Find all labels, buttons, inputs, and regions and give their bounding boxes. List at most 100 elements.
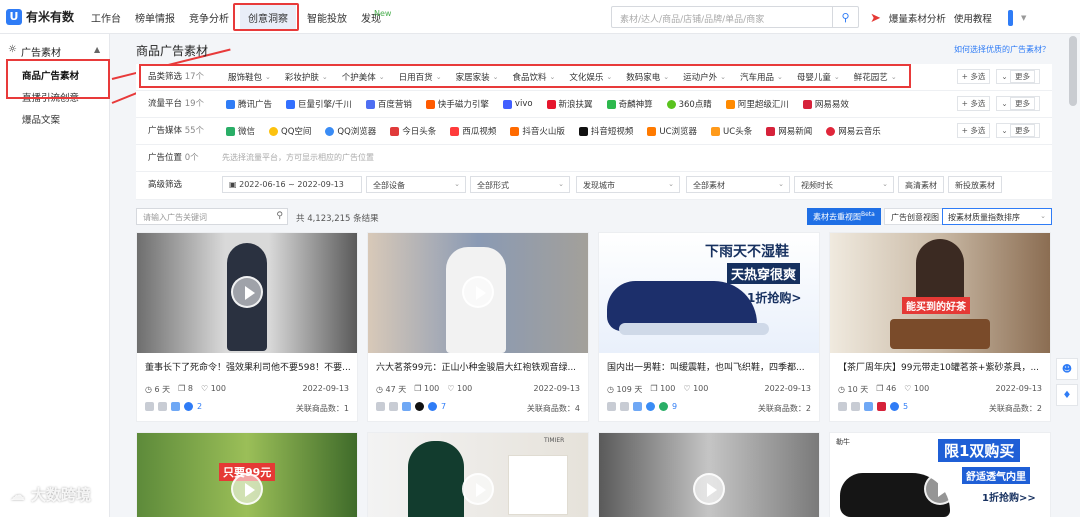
platform-item[interactable]: 百度营销 [365, 98, 412, 110]
advanced-filter-row: 高级筛选 ▣ 2022-06-16 ~ 2022-09-13 全部设备 ⌄ 全部形… [136, 172, 1052, 200]
platform-icon [428, 402, 437, 411]
media-list: 微信 QQ空间 QQ浏览器 今日头条 西瓜视频 抖音火山版 抖音短视频 UC浏览… [226, 118, 895, 144]
ad-thumbnail[interactable] [368, 233, 588, 353]
media-item[interactable]: 抖音火山版 [510, 125, 565, 137]
sidebar-section[interactable]: ☼ 广告素材 [8, 44, 61, 59]
card-title[interactable]: 国内出一男鞋：叫缓震鞋，也叫飞织鞋，四季都... [607, 360, 813, 373]
sidebar-item-copywriting[interactable]: 爆品文案 [22, 112, 60, 126]
card-platform-icons: 5 [838, 402, 908, 411]
ad-card[interactable]: 能买到的好茶 【茶厂周年庆】99元带走10罐茗茶+紫砂茶具，... ◷ 10 天… [829, 232, 1051, 422]
keyword-input[interactable]: 请输入广告关键词 ⚲ [136, 208, 288, 225]
platform-item[interactable]: vivo [502, 99, 533, 109]
community-icon[interactable]: ☻ [1056, 358, 1078, 380]
alibaba-icon [725, 99, 735, 109]
more-platforms[interactable]: 7 [441, 402, 446, 411]
platform-item[interactable]: 腾讯广告 [226, 98, 272, 110]
nav-workbench[interactable]: 工作台 [91, 10, 121, 25]
play-icon[interactable] [462, 473, 494, 505]
media-item[interactable]: 西瓜视频 [450, 125, 496, 137]
platform-item[interactable]: 巨量引擎/千川 [286, 98, 352, 110]
platform-item[interactable]: 新浪扶翼 [546, 98, 593, 110]
format-select[interactable]: 全部形式 ⌄ [470, 176, 570, 193]
platform-icon [158, 402, 167, 411]
scrollbar[interactable] [1069, 36, 1077, 106]
gift-icon[interactable]: ♦ [1056, 384, 1078, 406]
help-link[interactable]: 如何选择优质的广告素材？ [954, 44, 1050, 55]
search-icon[interactable]: ⚲ [276, 211, 283, 221]
multi-select-button[interactable]: + 多选 [956, 123, 991, 138]
multi-select-button[interactable]: + 多选 [956, 69, 991, 84]
platform-item[interactable]: 阿里超级汇川 [725, 98, 789, 110]
search-icon[interactable]: ⚲ [832, 7, 858, 27]
date-range-picker[interactable]: ▣ 2022-06-16 ~ 2022-09-13 [222, 176, 362, 193]
media-item[interactable]: QQ浏览器 [325, 125, 376, 137]
chevron-up-icon[interactable]: ▲ [94, 45, 100, 54]
ad-card[interactable]: 下雨天不湿鞋 天热穿很爽 1折抢购> 国内出一男鞋：叫缓震鞋，也叫飞织鞋，四季都… [598, 232, 820, 422]
device-select[interactable]: 全部设备 ⌄ [366, 176, 466, 193]
material-select[interactable]: 全部素材 ⌄ [686, 176, 790, 193]
global-search[interactable]: 素材/达人/商品/店铺/品牌/单品/商家 ⚲ [611, 6, 859, 28]
nav-smart-ads[interactable]: 智能投放 [307, 10, 347, 25]
multi-select-button[interactable]: + 多选 [956, 96, 991, 111]
logo[interactable]: U 有米有数 [6, 8, 74, 25]
dedup-view-button[interactable]: 素材去重视图Beta [807, 208, 881, 225]
ad-card[interactable]: 只要99元 [136, 432, 358, 517]
more-platforms[interactable]: 5 [903, 402, 908, 411]
more-platforms[interactable]: 2 [197, 402, 202, 411]
more-button[interactable]: ⌄ 更多 [996, 123, 1040, 138]
play-icon[interactable] [924, 473, 956, 505]
hd-checkbox[interactable]: 高清素材 [898, 176, 944, 193]
media-item[interactable]: 微信 [226, 125, 255, 137]
tutorial-link[interactable]: 使用教程 [954, 11, 992, 25]
play-icon[interactable] [462, 276, 494, 308]
platform-item[interactable]: 快手磁力引擎 [425, 98, 489, 110]
card-title[interactable]: 六大茗茶99元：正山小种金骏眉大红袍铁观音绿... [376, 360, 582, 373]
platform-item[interactable]: 奇麟神算 [606, 98, 653, 110]
more-platforms[interactable]: 9 [672, 402, 677, 411]
media-item[interactable]: 网易新闻 [766, 125, 812, 137]
ad-card[interactable]: TIMIER [367, 432, 589, 517]
ad-card[interactable] [598, 432, 820, 517]
platform-item[interactable]: 360点睛 [666, 98, 712, 110]
highlight-box-nav [233, 3, 299, 31]
ad-thumbnail[interactable]: 能买到的好茶 [830, 233, 1050, 353]
media-item[interactable]: UC浏览器 [647, 125, 697, 137]
play-icon[interactable] [231, 473, 263, 505]
xigua-icon [450, 126, 460, 136]
duration-select[interactable]: 视频时长 ⌄ [794, 176, 894, 193]
media-item[interactable]: 今日头条 [390, 125, 436, 137]
creative-view-button[interactable]: 广告创意视图 [884, 208, 946, 225]
more-button[interactable]: ⌄ 更多 [996, 96, 1040, 111]
ad-card[interactable]: 董事长下了死命令！强效果利司他不要598！不要... ◷ 6 天 ❐ 8 ♡ 100… [136, 232, 358, 422]
play-icon[interactable] [231, 276, 263, 308]
ad-card[interactable]: 勒牛 限1双购买 舒适透气内里 1折抢购>> [829, 432, 1051, 517]
play-icon[interactable] [693, 473, 725, 505]
baidu-icon [365, 99, 375, 109]
ad-thumbnail[interactable]: 下雨天不湿鞋 天热穿很爽 1折抢购> [599, 233, 819, 353]
top-navbar: U 有米有数 工作台 榜单情报 竞争分析 创意洞察 智能投放 发现 New 素材… [0, 0, 1080, 34]
city-select[interactable]: 发现城市 ⌄ [576, 176, 680, 193]
ad-thumbnail[interactable] [137, 233, 357, 353]
chevron-down-icon[interactable]: ▼ [1021, 14, 1026, 22]
product-box [508, 455, 568, 515]
media-item[interactable]: QQ空间 [269, 125, 311, 137]
linked-products: 关联商品数：2 [988, 404, 1042, 413]
media-item[interactable]: UC头条 [711, 125, 752, 137]
media-item[interactable]: 网易云音乐 [826, 125, 881, 137]
search-input[interactable]: 素材/达人/商品/店铺/品牌/单品/商家 [620, 12, 764, 25]
user-avatar-icon[interactable] [1007, 10, 1013, 26]
media-item[interactable]: 抖音短视频 [578, 125, 633, 137]
card-title[interactable]: 董事长下了死命令！强效果利司他不要598！不要... [145, 360, 351, 373]
hot-analysis-link[interactable]: 爆量素材分析 [889, 11, 946, 25]
nav-rankings[interactable]: 榜单情报 [135, 10, 175, 25]
more-button[interactable]: ⌄ 更多 [996, 69, 1040, 84]
sort-select[interactable]: 按素材质量指数排序 ⌄ [942, 208, 1052, 225]
platform-item[interactable]: 网易易效 [802, 98, 849, 110]
platform-icon [184, 402, 193, 411]
nav-competition[interactable]: 竞争分析 [189, 10, 229, 25]
new-ad-checkbox[interactable]: 新投放素材 [948, 176, 1002, 193]
card-title[interactable]: 【茶厂周年庆】99元带走10罐茗茶+紫砂茶具，... [838, 360, 1044, 373]
ad-card[interactable]: 六大茗茶99元：正山小种金骏眉大红袍铁观音绿... ◷ 47 天 ❐ 100 ♡ 1… [367, 232, 589, 422]
position-label: 广告位置 0个 [148, 153, 199, 163]
platform-icon [646, 402, 655, 411]
